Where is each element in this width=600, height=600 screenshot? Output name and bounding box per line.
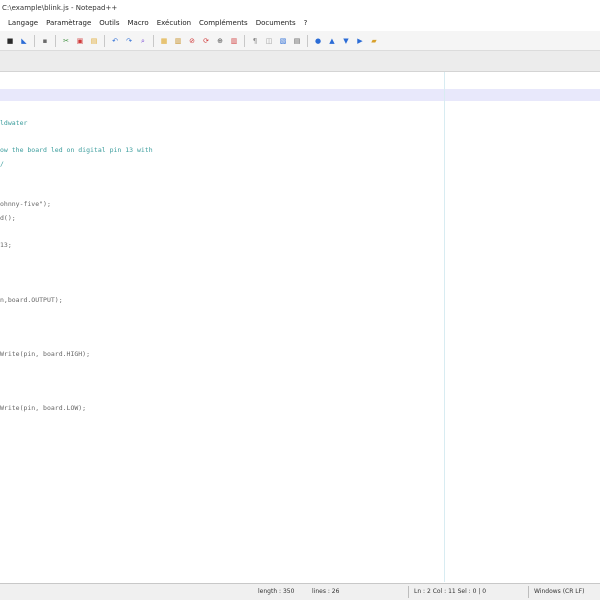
code-line: Write(pin, board.HIGH); [0, 350, 91, 358]
zoom-in-icon[interactable]: ▥ [173, 36, 183, 46]
edge-column-marker [444, 72, 445, 582]
code-line: / [0, 159, 4, 168]
play-macro-icon[interactable]: ▼ [341, 36, 351, 46]
status-divider [408, 586, 409, 598]
status-position: Ln : 2 Col : 11 Sel : 0 | 0 [414, 588, 487, 595]
doc-map-icon[interactable]: ▤ [292, 36, 302, 46]
toolbar: ■ ◣ ▪ ✂ ▣ ▤ ↶ ↷ ⌕ ▦ ▥ ⊘ ⟳ ⊕ ▥ ¶ ◫ ▧ ▤ ● ▲ ▼ ▶ ▰ [0, 31, 600, 51]
code-line: ohnny-five"); [0, 200, 51, 209]
code-line: ow the board led on digital pin 13 with [0, 146, 153, 154]
toolbar-separator [104, 34, 105, 47]
code-line: 13; [0, 241, 12, 250]
status-divider [528, 586, 529, 598]
paste-icon[interactable]: ▤ [89, 36, 99, 46]
close-icon[interactable]: ◣ [19, 36, 29, 46]
record-macro-icon[interactable]: ● [313, 36, 323, 46]
cut-icon[interactable]: ✂ [61, 36, 71, 46]
menu-item[interactable]: Exécution [153, 16, 195, 31]
print-icon[interactable]: ▪ [40, 36, 50, 46]
indent-guide-icon[interactable]: ▥ [229, 36, 239, 46]
code-line: ldwater [0, 118, 28, 127]
save-macro-icon[interactable]: ▰ [369, 36, 379, 46]
run-macro-icon[interactable]: ▶ [355, 36, 365, 46]
code-line: Write(pin, board.LOW); [0, 404, 87, 413]
copy-icon[interactable]: ▣ [75, 36, 85, 46]
save-all-icon[interactable]: ■ [5, 36, 15, 46]
menu-item[interactable]: Langage [4, 16, 42, 31]
window-title: C:\example\blink.js - Notepad++ [0, 0, 600, 16]
status-eol: Windows (CR LF) [534, 588, 585, 595]
status-lines: lines : 26 [312, 588, 340, 595]
all-chars-icon[interactable]: ¶ [250, 36, 260, 46]
fold-icon[interactable]: ◫ [264, 36, 274, 46]
notepadpp-window: C:\example\blink.js - Notepad++ Langage P… [0, 0, 600, 600]
current-line-highlight [0, 89, 600, 101]
menu-item[interactable]: Compléments [195, 16, 252, 31]
toolbar-separator [153, 34, 154, 47]
wrap-icon[interactable]: ⊕ [215, 36, 225, 46]
stop-macro-icon[interactable]: ▲ [327, 36, 337, 46]
find-icon[interactable]: ⌕ [138, 36, 148, 46]
code-line: d(); [0, 214, 16, 222]
menu-item[interactable]: Macro [124, 16, 153, 31]
code-line: n,board.OUTPUT); [0, 295, 63, 304]
status-bar: length : 350 lines : 26 Ln : 2 Col : 11 … [0, 583, 600, 600]
undo-icon[interactable]: ↶ [110, 36, 120, 46]
toolbar-separator [34, 34, 35, 47]
code-editor[interactable]: ldwater ow the board led on digital pin 1… [0, 72, 600, 582]
menu-item[interactable]: ? [300, 16, 312, 31]
status-length: length : 350 [258, 588, 295, 595]
menu-item[interactable]: Paramètrage [42, 16, 95, 31]
unfold-icon[interactable]: ▧ [278, 36, 288, 46]
toolbar-separator [55, 34, 56, 47]
replace-icon[interactable]: ▦ [159, 36, 169, 46]
menu-item[interactable]: Outils [95, 16, 123, 31]
toolbar-separator [244, 34, 245, 47]
sync-icon[interactable]: ⟳ [201, 36, 211, 46]
redo-icon[interactable]: ↷ [124, 36, 134, 46]
menu-item[interactable]: Documents [252, 16, 300, 31]
menu-bar: Langage Paramètrage Outils Macro Exécution Co… [0, 16, 600, 31]
zoom-out-icon[interactable]: ⊘ [187, 36, 197, 46]
tab-strip [0, 51, 600, 72]
toolbar-separator [307, 34, 308, 47]
